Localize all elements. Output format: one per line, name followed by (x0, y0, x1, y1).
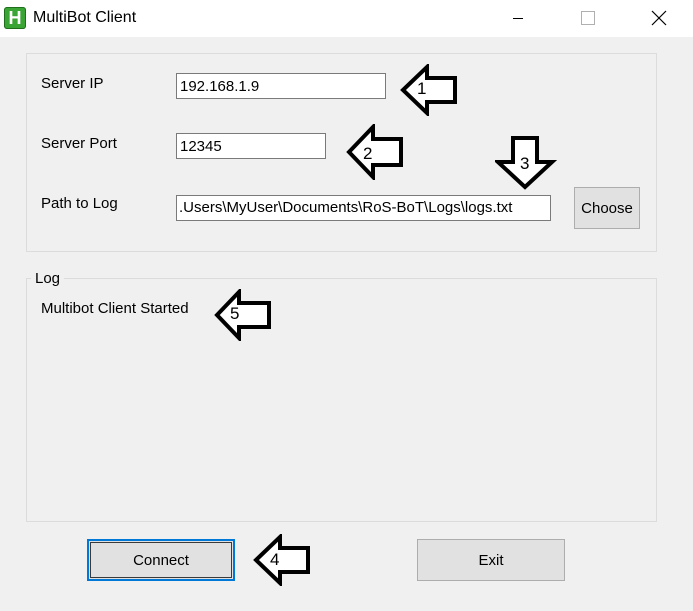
maximize-icon (581, 11, 595, 25)
minimize-button[interactable] (495, 0, 541, 37)
server-ip-input[interactable] (176, 73, 386, 99)
annotation-number-3: 3 (520, 154, 530, 173)
minimize-icon (513, 18, 523, 19)
annotation-number-5: 5 (230, 304, 240, 323)
app-icon: H (4, 7, 26, 29)
left-arrow-icon-1 (400, 64, 457, 116)
server-port-input[interactable] (176, 133, 326, 159)
path-to-log-input[interactable]: .Users\MyUser\Documents\RoS-BoT\Logs\log… (176, 195, 551, 221)
window-title: MultiBot Client (33, 9, 137, 26)
left-arrow-icon-2 (346, 124, 403, 180)
close-button[interactable] (635, 0, 681, 37)
annotation-number-1: 1 (417, 79, 427, 98)
connect-button[interactable]: Connect (87, 539, 235, 581)
maximize-button[interactable] (564, 0, 610, 37)
close-icon (651, 10, 667, 26)
log-group-title: Log (31, 270, 65, 287)
path-to-log-label: Path to Log (41, 195, 118, 212)
left-arrow-icon-4 (253, 534, 310, 586)
title-bar: H MultiBot Client (0, 0, 693, 37)
log-line: Multibot Client Started (41, 300, 189, 317)
exit-button[interactable]: Exit (417, 539, 565, 581)
server-port-label: Server Port (41, 135, 117, 152)
choose-button[interactable]: Choose (574, 187, 640, 229)
left-arrow-icon-5 (214, 289, 271, 341)
server-ip-label: Server IP (41, 75, 104, 92)
annotation-number-2: 2 (363, 144, 373, 163)
annotation-number-4: 4 (270, 550, 280, 569)
